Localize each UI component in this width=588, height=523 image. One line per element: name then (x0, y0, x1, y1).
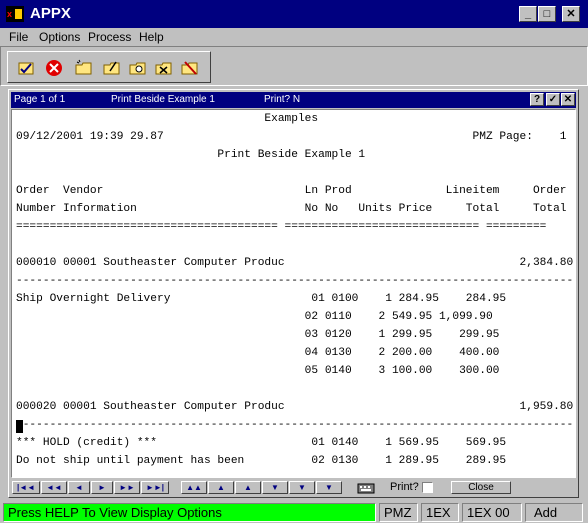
print-checkbox-label: Print? (390, 481, 419, 493)
print-checkbox[interactable] (422, 482, 433, 493)
report-window: Page 1 of 1 Print Beside Example 1 Print… (8, 89, 579, 498)
menu-file[interactable]: File (9, 30, 28, 44)
report-line: Ship Overnight Delivery 01 0100 1 284.95… (16, 293, 507, 305)
status-process: 1EX (421, 503, 459, 522)
first-record-button[interactable]: |◄◄ (12, 481, 40, 494)
report-name: Print Beside Example 1 (111, 94, 215, 105)
print-indicator: Print? N (264, 94, 301, 105)
menu-bar: File Options Process Help (0, 28, 588, 46)
close-window-button[interactable]: ✕ (562, 6, 580, 22)
scroll-down-page-button[interactable]: ▼ (289, 481, 315, 494)
scroll-top-button[interactable]: ▲▲ (181, 481, 207, 494)
close-button[interactable]: Close (451, 481, 511, 494)
report-window-titlebar: Page 1 of 1 Print Beside Example 1 Print… (11, 92, 576, 108)
report-area: Examples 09/12/2001 19:39 29.87 PMZ Page… (11, 109, 576, 478)
close-report-button[interactable]: ✕ (561, 93, 575, 106)
change-folder-icon[interactable] (102, 58, 122, 78)
report-line: 04 0130 2 200.00 400.00 (16, 347, 500, 359)
navigation-bar: |◄◄ ◄◄ ◄ ► ►► ►►| ▲▲ ▲ ▲ ▼ ▼ ▼ Print? Cl… (11, 481, 576, 495)
last-record-button[interactable]: ►►| (141, 481, 169, 494)
report-line: 09/12/2001 19:39 29.87 PMZ Page: 1 (16, 131, 567, 143)
toolbar (7, 51, 211, 83)
appx-logo-icon: x (6, 6, 24, 22)
report-line: 000010 00001 Southeaster Computer Produc… (16, 257, 574, 269)
keyboard-icon[interactable] (357, 482, 375, 494)
prev-button[interactable]: ◄ (68, 481, 90, 494)
status-mode: Add (525, 503, 583, 522)
status-app-id: PMZ (379, 503, 418, 522)
report-line: *** HOLD (credit) *** 01 0140 1 569.95 5… (16, 437, 507, 449)
help-button[interactable]: ? (530, 93, 544, 106)
report-line: Order Vendor Ln Prod Lineitem Order (16, 185, 567, 197)
inquire-folder-icon[interactable] (128, 58, 148, 78)
scroll-down-button[interactable]: ▼ (262, 481, 288, 494)
report-line: 000020 00001 Southeaster Computer Produc… (16, 401, 574, 413)
delete-folder-icon[interactable] (154, 58, 174, 78)
menu-process[interactable]: Process (88, 30, 131, 44)
cancel-folder-icon[interactable] (180, 58, 200, 78)
scroll-up-button[interactable]: ▲ (235, 481, 261, 494)
report-line: ======================================= … (16, 221, 547, 233)
report-line: Print Beside Example 1 (16, 149, 366, 161)
report-line: Do not ship until payment has been 02 01… (16, 455, 507, 467)
status-frame: 1EX 00 (462, 503, 522, 522)
minimize-button[interactable]: _ (519, 6, 537, 22)
next-button[interactable]: ► (91, 481, 113, 494)
scroll-bottom-button[interactable]: ▼ (316, 481, 342, 494)
app-title: APPX (30, 5, 71, 22)
prev-page-button[interactable]: ◄◄ (41, 481, 67, 494)
scroll-up-page-button[interactable]: ▲ (208, 481, 234, 494)
app-titlebar: x APPX _ □ ✕ (0, 0, 588, 28)
report-line: 02 0110 2 549.95 1,099.90 (16, 311, 493, 323)
status-message: Press HELP To View Display Options (3, 503, 376, 522)
next-page-button[interactable]: ►► (114, 481, 140, 494)
add-folder-icon[interactable] (74, 58, 94, 78)
toolbar-area (0, 46, 588, 86)
report-line: 05 0140 3 100.00 300.00 (16, 365, 500, 377)
svg-text:x: x (7, 9, 12, 19)
report-line: ----------------------------------------… (16, 275, 576, 287)
menu-options[interactable]: Options (39, 30, 80, 44)
accept-button[interactable]: ✓ (546, 93, 560, 106)
menu-help[interactable]: Help (139, 30, 164, 44)
status-bar: Press HELP To View Display Options PMZ 1… (0, 501, 588, 523)
text-cursor (16, 420, 23, 433)
cancel-icon[interactable] (44, 58, 64, 78)
report-line: Number Information No No Units Price Tot… (16, 203, 567, 215)
report-line: Examples (16, 113, 319, 125)
page-indicator: Page 1 of 1 (14, 94, 66, 105)
report-line: ----------------------------------------… (16, 419, 576, 431)
maximize-button[interactable]: □ (538, 6, 556, 22)
report-line: 03 0120 1 299.95 299.95 (16, 329, 500, 341)
ok-check-icon[interactable] (16, 58, 36, 78)
